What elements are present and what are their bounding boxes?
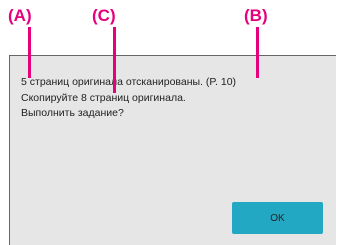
callout-a-pointer — [28, 27, 31, 78]
execute-job-question: Выполнить задание? — [21, 107, 124, 119]
copy-pages-message: Скопируйте 8 страниц оригинала. — [21, 91, 186, 104]
callout-c-label: (C) — [92, 6, 116, 25]
callout-a-label: (A) — [8, 6, 32, 25]
callout-c-pointer — [113, 27, 116, 93]
screen: (A) (C) (B) 5 страниц оригинала отсканир… — [0, 0, 337, 245]
scanned-pages-message: 5 страниц оригинала отсканированы. (P. 1… — [21, 76, 237, 88]
callout-b-pointer — [256, 27, 259, 78]
ok-button[interactable]: OK — [232, 202, 323, 234]
dialog-message: 5 страниц оригинала отсканированы. (P. 1… — [21, 75, 236, 122]
callout-b-label: (B) — [244, 6, 268, 25]
